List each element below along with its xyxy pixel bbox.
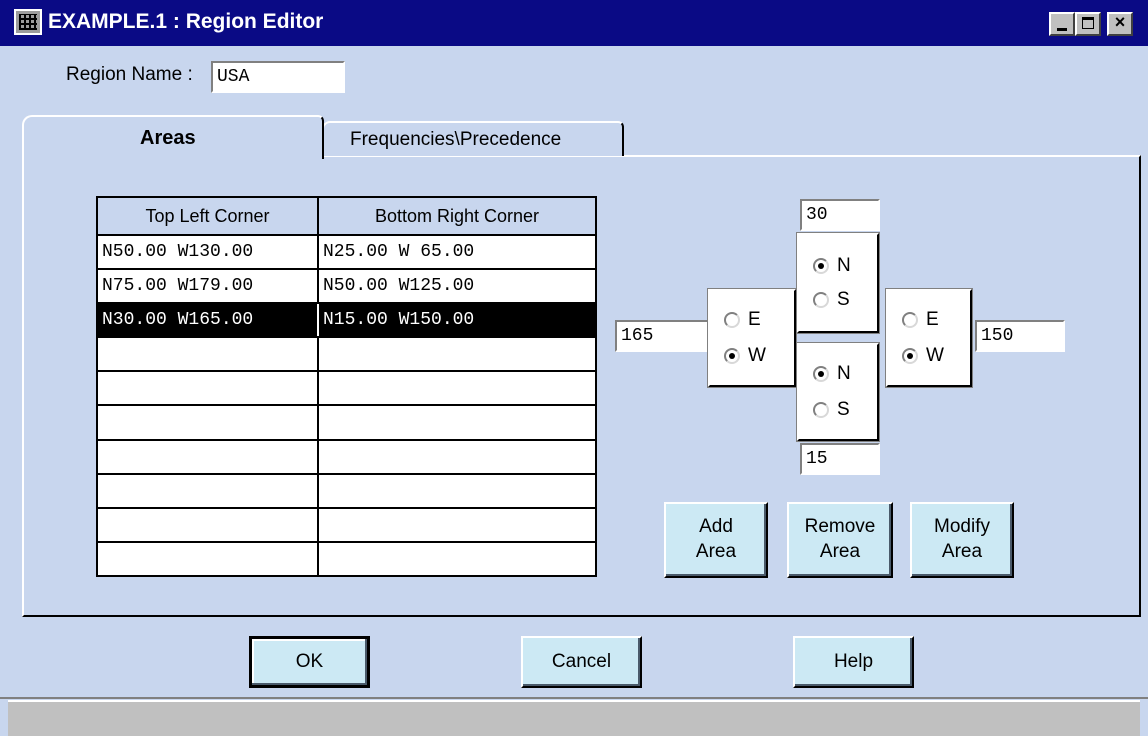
left-lon-east-radio[interactable]: E: [724, 309, 761, 331]
region-name-input[interactable]: [211, 61, 345, 93]
top-left-corner-cell[interactable]: [96, 404, 319, 441]
button-label-line: Area: [819, 541, 861, 562]
radio-empty-icon: [813, 292, 829, 308]
button-label-line: Area: [695, 541, 737, 562]
table-row[interactable]: [96, 336, 597, 373]
cancel-button[interactable]: Cancel: [521, 636, 642, 688]
tab-label: Frequencies\Precedence: [350, 129, 562, 150]
bottom-right-corner-cell[interactable]: [317, 404, 597, 441]
radio-label: S: [837, 289, 850, 310]
minimize-icon: [1057, 28, 1067, 31]
radio-selected-icon: [813, 258, 829, 274]
radio-label: N: [837, 363, 851, 384]
tab-areas[interactable]: Areas: [22, 115, 324, 159]
modify-area-button[interactable]: Modify Area: [910, 502, 1014, 578]
table-row[interactable]: [96, 472, 597, 509]
bottom-right-corner-cell[interactable]: [317, 370, 597, 407]
ok-button[interactable]: OK: [249, 636, 370, 688]
button-label-line: Area: [941, 541, 983, 562]
right-longitude-input[interactable]: [975, 320, 1065, 352]
bottom-right-corner-cell[interactable]: N50.00 W125.00: [317, 268, 597, 305]
bottom-right-corner-cell[interactable]: [317, 472, 597, 509]
top-left-corner-cell[interactable]: [96, 336, 319, 373]
button-label-line: Modify: [934, 516, 990, 538]
bottom-right-corner-cell[interactable]: [317, 336, 597, 373]
right-lon-east-radio[interactable]: E: [902, 309, 939, 331]
radio-selected-icon: [902, 348, 918, 364]
radio-selected-icon: [813, 366, 829, 382]
radio-label: N: [837, 255, 851, 276]
table-header-row: Top Left Corner Bottom Right Corner: [96, 196, 597, 236]
bottom-right-corner-cell[interactable]: [317, 540, 597, 578]
right-longitude-hemisphere-group: E W: [885, 288, 973, 388]
radio-label: S: [837, 399, 850, 420]
bottom-right-corner-cell[interactable]: [317, 438, 597, 475]
radio-empty-icon: [813, 402, 829, 418]
radio-empty-icon: [724, 312, 740, 328]
close-button[interactable]: ×: [1107, 12, 1133, 36]
minimize-button[interactable]: [1049, 12, 1075, 36]
radio-label: E: [748, 309, 761, 330]
app-icon[interactable]: [14, 9, 42, 35]
radio-empty-icon: [902, 312, 918, 328]
table-row[interactable]: [96, 438, 597, 475]
radio-selected-icon: [724, 348, 740, 364]
table-row[interactable]: [96, 540, 597, 578]
button-label-line: Add: [699, 516, 733, 538]
region-name-label: Region Name :: [66, 64, 193, 85]
close-icon: ×: [1114, 12, 1126, 32]
table-row[interactable]: N75.00 W179.00 N50.00 W125.00: [96, 268, 597, 305]
areas-table[interactable]: Top Left Corner Bottom Right Corner N50.…: [96, 196, 597, 578]
maximize-button[interactable]: [1075, 12, 1101, 36]
maximize-icon: [1082, 17, 1094, 29]
window-title: EXAMPLE.1 : Region Editor: [48, 10, 324, 33]
bottom-lat-north-radio[interactable]: N: [813, 363, 851, 385]
top-left-corner-cell[interactable]: [96, 472, 319, 509]
top-left-corner-cell[interactable]: [96, 540, 319, 578]
radio-label: W: [926, 345, 944, 366]
left-longitude-input[interactable]: [615, 320, 709, 352]
button-label-line: Remove: [804, 516, 876, 538]
top-left-corner-cell[interactable]: [96, 438, 319, 475]
column-header-bottom-right[interactable]: Bottom Right Corner: [317, 196, 597, 236]
table-row[interactable]: N50.00 W130.00 N25.00 W 65.00: [96, 233, 597, 271]
top-left-corner-cell[interactable]: N75.00 W179.00: [96, 268, 319, 305]
remove-area-button[interactable]: Remove Area: [787, 502, 893, 578]
table-row[interactable]: [96, 404, 597, 441]
tab-frequencies-precedence[interactable]: Frequencies\Precedence: [322, 121, 624, 156]
help-button[interactable]: Help: [793, 636, 914, 688]
top-latitude-input[interactable]: [800, 199, 880, 231]
top-left-corner-cell[interactable]: [96, 370, 319, 407]
bottom-lat-south-radio[interactable]: S: [813, 399, 850, 421]
top-left-corner-cell[interactable]: N50.00 W130.00: [96, 233, 319, 271]
table-row[interactable]: [96, 370, 597, 407]
table-row[interactable]: N30.00 W165.00 N15.00 W150.00: [96, 302, 597, 339]
left-longitude-hemisphere-group: E W: [707, 288, 797, 388]
bottom-latitude-hemisphere-group: N S: [796, 342, 880, 442]
tab-label: Areas: [140, 127, 196, 149]
status-bar: [8, 700, 1140, 736]
table-row[interactable]: [96, 506, 597, 543]
radio-label: W: [748, 345, 766, 366]
top-left-corner-cell[interactable]: [96, 506, 319, 543]
top-left-corner-cell[interactable]: N30.00 W165.00: [96, 302, 319, 339]
top-latitude-hemisphere-group: N S: [796, 232, 880, 334]
bottom-latitude-input[interactable]: [800, 443, 880, 475]
top-lat-south-radio[interactable]: S: [813, 289, 850, 311]
bottom-right-corner-cell[interactable]: N25.00 W 65.00: [317, 233, 597, 271]
bottom-right-corner-cell[interactable]: [317, 506, 597, 543]
right-lon-west-radio[interactable]: W: [902, 345, 944, 367]
radio-label: E: [926, 309, 939, 330]
column-header-top-left[interactable]: Top Left Corner: [96, 196, 319, 236]
divider: [0, 697, 1148, 699]
bottom-right-corner-cell[interactable]: N15.00 W150.00: [317, 302, 597, 339]
top-lat-north-radio[interactable]: N: [813, 255, 851, 277]
left-lon-west-radio[interactable]: W: [724, 345, 766, 367]
add-area-button[interactable]: Add Area: [664, 502, 768, 578]
